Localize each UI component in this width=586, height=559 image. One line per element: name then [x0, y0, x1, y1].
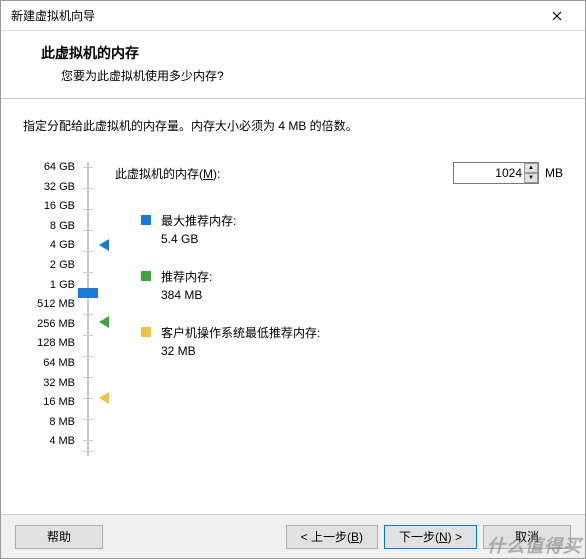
slider-column: 64 GB 32 GB 16 GB 8 GB 4 GB 2 GB 1 GB 51…: [23, 162, 95, 456]
tick-label: 4 GB: [23, 240, 75, 260]
content-area: 指定分配给此虚拟机的内存量。内存大小必须为 4 MB 的倍数。 64 GB 32…: [1, 99, 585, 466]
slider-tick: [83, 167, 93, 168]
yellow-square-icon: [141, 327, 151, 337]
tick-label: 8 MB: [23, 417, 75, 437]
memory-input-label: 此虚拟机的内存(M):: [115, 165, 220, 182]
titlebar: 新建虚拟机向导: [1, 1, 585, 31]
slider-tick: [83, 451, 93, 452]
min-memory-marker: [99, 392, 109, 404]
min-rec-label: 客户机操作系统最低推荐内存:: [161, 324, 320, 342]
tick-label: 128 MB: [23, 338, 75, 358]
max-memory-marker: [99, 239, 109, 251]
recommended-memory-marker: [99, 316, 109, 328]
slider-thumb[interactable]: [78, 288, 98, 298]
slider-tick: [83, 230, 93, 231]
header-title: 此虚拟机的内存: [41, 43, 565, 63]
min-recommendation: 客户机操作系统最低推荐内存: 32 MB: [141, 324, 563, 360]
tick-label: 8 GB: [23, 221, 75, 241]
tick-label: 2 GB: [23, 260, 75, 280]
tick-label: 64 GB: [23, 162, 75, 182]
wizard-header: 此虚拟机的内存 您要为此虚拟机使用多少内存?: [1, 31, 585, 99]
max-recommendation: 最大推荐内存: 5.4 GB: [141, 212, 563, 248]
close-button[interactable]: [537, 2, 577, 30]
slider-tick: [83, 272, 93, 273]
memory-input-wrap: ▲ ▼ MB: [453, 162, 563, 184]
slider-tick: [83, 356, 93, 357]
spinner-up[interactable]: ▲: [524, 163, 538, 173]
help-button[interactable]: 帮助: [15, 525, 103, 549]
instruction-text: 指定分配给此虚拟机的内存量。内存大小必须为 4 MB 的倍数。: [23, 117, 563, 134]
memory-spinner: ▲ ▼: [524, 163, 538, 183]
header-subtitle: 您要为此虚拟机使用多少内存?: [61, 67, 565, 84]
max-rec-label: 最大推荐内存:: [161, 212, 236, 230]
wizard-footer: 帮助 < 上一步(B) 下一步(N) > 取消: [1, 514, 585, 558]
slider-tick: [83, 251, 93, 252]
slider-tick: [83, 440, 93, 441]
slider-tick: [83, 377, 93, 378]
tick-label: 16 GB: [23, 201, 75, 221]
memory-unit: MB: [545, 166, 563, 180]
slider-tick: [83, 209, 93, 210]
tick-label: 64 MB: [23, 358, 75, 378]
next-button[interactable]: 下一步(N) >: [384, 525, 477, 549]
slider-tick: [83, 398, 93, 399]
spinner-down[interactable]: ▼: [524, 173, 538, 183]
green-square-icon: [141, 271, 151, 281]
blue-square-icon: [141, 215, 151, 225]
min-rec-value: 32 MB: [161, 342, 320, 360]
info-column: 此虚拟机的内存(M): ▲ ▼ MB: [115, 162, 563, 456]
memory-config-area: 64 GB 32 GB 16 GB 8 GB 4 GB 2 GB 1 GB 51…: [23, 162, 563, 456]
slider-tick-labels: 64 GB 32 GB 16 GB 8 GB 4 GB 2 GB 1 GB 51…: [23, 162, 75, 456]
memory-input-row: 此虚拟机的内存(M): ▲ ▼ MB: [115, 162, 563, 184]
max-rec-value: 5.4 GB: [161, 230, 236, 248]
tick-label: 32 GB: [23, 182, 75, 202]
tick-label: 32 MB: [23, 378, 75, 398]
tick-label: 1 GB: [23, 280, 75, 300]
slider-tick: [83, 188, 93, 189]
wizard-window: 新建虚拟机向导 此虚拟机的内存 您要为此虚拟机使用多少内存? 指定分配给此虚拟机…: [0, 0, 586, 559]
rec-label: 推荐内存:: [161, 268, 212, 286]
close-icon: [552, 11, 562, 21]
rec-value: 384 MB: [161, 286, 212, 304]
memory-slider[interactable]: [81, 162, 95, 456]
slider-tick: [83, 419, 93, 420]
slider-tick: [83, 335, 93, 336]
back-button[interactable]: < 上一步(B): [286, 525, 378, 549]
window-title: 新建虚拟机向导: [11, 7, 95, 24]
tick-label: 256 MB: [23, 319, 75, 339]
cancel-button[interactable]: 取消: [483, 525, 571, 549]
tick-label: 512 MB: [23, 299, 75, 319]
slider-track-line: [87, 162, 89, 456]
slider-tick: [83, 314, 93, 315]
tick-label: 16 MB: [23, 397, 75, 417]
tick-label: 4 MB: [23, 436, 75, 456]
recommended-recommendation: 推荐内存: 384 MB: [141, 268, 563, 304]
